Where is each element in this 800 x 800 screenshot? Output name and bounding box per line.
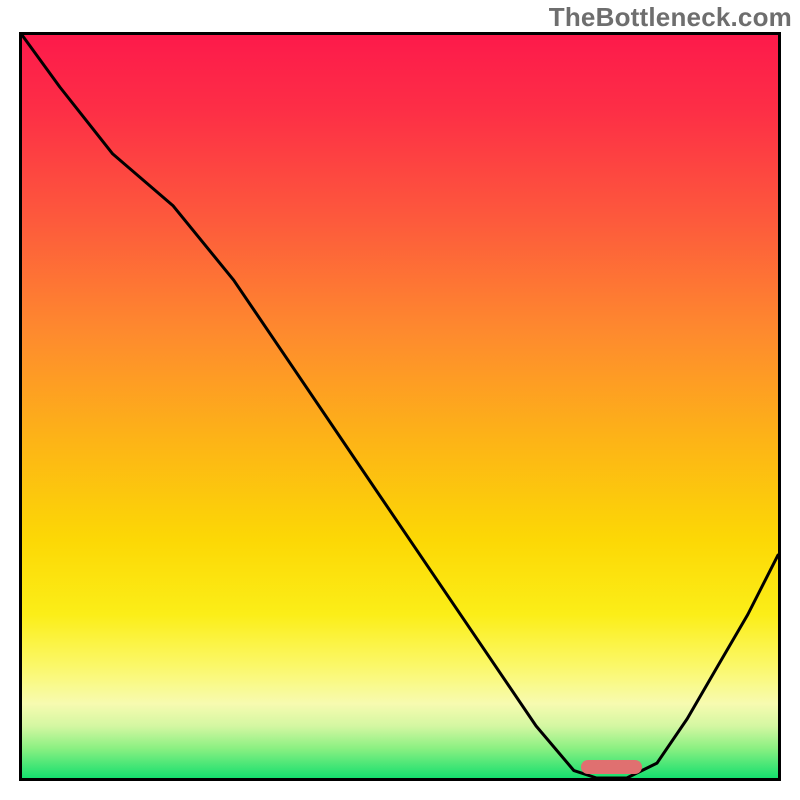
chart-root: TheBottleneck.com xyxy=(0,0,800,800)
bottleneck-curve xyxy=(22,35,778,778)
plot-area xyxy=(19,32,781,781)
minimum-flat-marker xyxy=(581,760,641,774)
watermark-text: TheBottleneck.com xyxy=(549,2,792,33)
